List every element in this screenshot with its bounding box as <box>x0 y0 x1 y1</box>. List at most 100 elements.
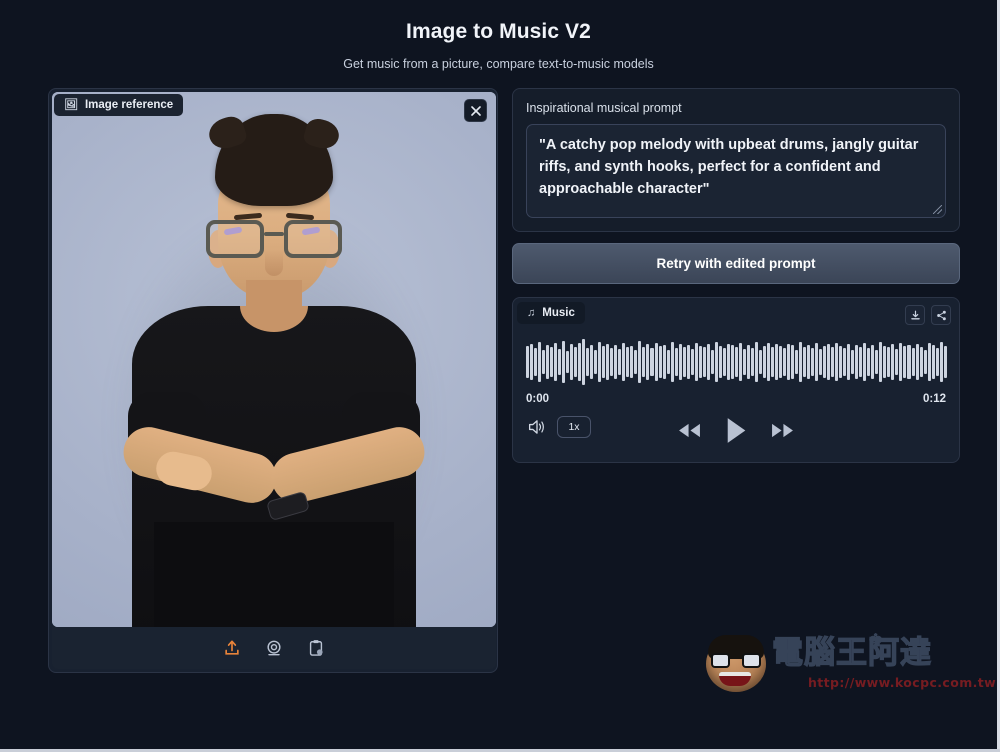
site-watermark: ♔ 電腦王阿達 http://www.kocpc.com.tw <box>706 633 958 695</box>
waveform-bar <box>775 344 778 379</box>
waveform-bar <box>859 347 862 377</box>
waveform-bar <box>570 344 573 379</box>
waveform-bar <box>667 350 670 374</box>
waveform-bar <box>630 346 633 378</box>
waveform-bar <box>855 345 858 378</box>
volume-icon[interactable] <box>527 418 547 436</box>
waveform-bar <box>847 344 850 380</box>
waveform-bar <box>771 347 774 376</box>
waveform-bar <box>787 344 790 380</box>
waveform-bar <box>715 342 718 382</box>
close-icon <box>471 106 481 116</box>
waveform-bar <box>646 344 649 379</box>
waveform-bar <box>586 348 589 375</box>
waveform-bar <box>739 343 742 380</box>
waveform-bar <box>590 345 593 378</box>
paste-clipboard-icon[interactable] <box>306 638 326 658</box>
waveform-bar <box>610 348 613 376</box>
waveform-bar <box>940 342 943 383</box>
waveform-bar <box>863 343 866 380</box>
rewind-button[interactable] <box>677 421 702 440</box>
waveform-bar <box>883 346 886 378</box>
glasses <box>202 220 346 262</box>
waveform-bar <box>932 345 935 379</box>
watermark-brand: 電腦王阿達 <box>772 638 932 669</box>
waveform-bar <box>566 351 569 374</box>
play-icon <box>724 416 748 445</box>
waveform-bar <box>622 343 625 381</box>
close-image-button[interactable] <box>464 99 487 122</box>
waveform-bar <box>582 339 585 385</box>
prompt-text: "A catchy pop melody with upbeat drums, … <box>539 137 918 197</box>
page-header: Image to Music V2 Get music from a pictu… <box>0 0 997 71</box>
music-badge: ♫ Music <box>517 302 585 324</box>
music-player-card: ♫ Music <box>512 297 960 463</box>
forward-icon <box>770 421 795 440</box>
webcam-icon[interactable] <box>264 638 284 658</box>
waveform-bar <box>711 350 714 375</box>
waveform-bar <box>783 348 786 375</box>
waveform-bar <box>655 343 658 380</box>
waveform-bar <box>594 350 597 374</box>
reference-image[interactable] <box>52 92 496 627</box>
waveform-bar <box>759 350 762 374</box>
waveform-bar <box>534 348 537 376</box>
prompt-card: Inspirational musical prompt "A catchy p… <box>512 88 960 232</box>
waveform-bar <box>546 345 549 379</box>
share-button[interactable] <box>931 305 951 325</box>
waveform-bar <box>924 350 927 374</box>
waveform-bar <box>779 346 782 377</box>
waveform-bar <box>899 343 902 381</box>
waveform-bar <box>887 347 890 376</box>
waveform-bar <box>912 348 915 375</box>
waveform-bar <box>755 342 758 383</box>
waveform-bar <box>695 343 698 381</box>
waveform-bar <box>791 345 794 378</box>
waveform-bar <box>679 344 682 380</box>
waveform-bar <box>835 343 838 381</box>
play-button[interactable] <box>724 416 748 445</box>
prompt-label: Inspirational musical prompt <box>526 101 946 115</box>
forward-button[interactable] <box>770 421 795 440</box>
prompt-textarea[interactable]: "A catchy pop melody with upbeat drums, … <box>526 124 946 218</box>
music-note-icon: ♫ <box>527 307 535 319</box>
waveform-bar <box>819 349 822 375</box>
image-icon: 🖼 <box>64 100 78 111</box>
audio-waveform[interactable] <box>526 336 948 388</box>
waveform-bar <box>747 345 750 379</box>
waveform-bar <box>803 347 806 377</box>
playback-times: 0:00 0:12 <box>526 393 946 405</box>
waveform-bar <box>618 349 621 375</box>
waveform-bar <box>558 349 561 375</box>
total-time: 0:12 <box>923 393 946 405</box>
waveform-bar <box>823 346 826 378</box>
waveform-bar <box>691 349 694 375</box>
waveform-bar <box>891 344 894 379</box>
waveform-bar <box>867 348 870 376</box>
waveform-bar <box>562 341 565 384</box>
waveform-bar <box>879 342 882 382</box>
waveform-bar <box>675 348 678 376</box>
waveform-bar <box>731 345 734 378</box>
waveform-bar <box>907 345 910 378</box>
waveform-bar <box>799 342 802 382</box>
waveform-bar <box>671 342 674 383</box>
download-button[interactable] <box>905 305 925 325</box>
waveform-bar <box>634 350 637 375</box>
retry-with-edited-prompt-button[interactable]: Retry with edited prompt <box>512 243 960 284</box>
waveform-bar <box>839 346 842 377</box>
page-title: Image to Music V2 <box>0 20 997 44</box>
waveform-bar <box>723 348 726 375</box>
rewind-icon <box>677 421 702 440</box>
resize-grip[interactable] <box>933 205 942 214</box>
music-actions <box>905 305 951 325</box>
upload-icon[interactable] <box>222 638 242 658</box>
waveform-bar <box>895 349 898 375</box>
app-window: Image to Music V2 Get music from a pictu… <box>0 0 997 749</box>
waveform-bar <box>928 343 931 380</box>
retry-button-label: Retry with edited prompt <box>656 256 815 271</box>
waveform-bar <box>843 348 846 375</box>
waveform-bar <box>727 344 730 380</box>
playback-speed-button[interactable]: 1x <box>557 416 591 438</box>
image-reference-card: 🖼 Image reference <box>48 88 498 673</box>
